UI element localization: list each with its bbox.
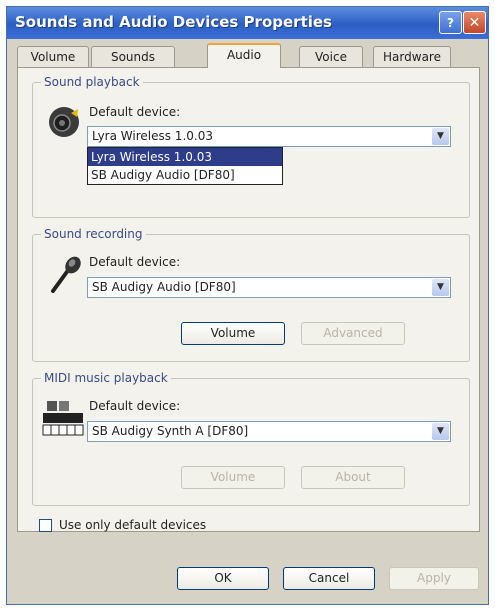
playback-selected-value: Lyra Wireless 1.0.03 bbox=[92, 129, 213, 143]
chevron-down-icon[interactable]: ▼ bbox=[432, 128, 449, 145]
use-default-devices-label[interactable]: Use only default devices bbox=[59, 518, 206, 532]
recording-selected-value: SB Audigy Audio [DF80] bbox=[92, 280, 236, 294]
dropdown-option-sb-audigy[interactable]: SB Audigy Audio [DF80] bbox=[88, 166, 282, 184]
midi-about-button: About bbox=[301, 466, 405, 489]
ok-button[interactable]: OK bbox=[177, 567, 269, 590]
microphone-icon bbox=[47, 255, 83, 298]
tab-voice[interactable]: Voice bbox=[299, 46, 363, 67]
tab-strip: Volume Sounds Audio Voice Hardware bbox=[17, 43, 480, 68]
help-button[interactable]: ? bbox=[439, 11, 462, 34]
dropdown-option-lyra[interactable]: Lyra Wireless 1.0.03 bbox=[88, 148, 282, 166]
midi-device-label: Default device: bbox=[89, 399, 181, 413]
audio-tab-panel: Sound playback Default device: Lyra Wire… bbox=[17, 67, 480, 532]
chevron-down-icon[interactable]: ▼ bbox=[432, 423, 449, 440]
dialog-window: Sounds and Audio Devices Properties ? ✕ … bbox=[6, 6, 489, 605]
playback-device-select[interactable]: Lyra Wireless 1.0.03 ▼ bbox=[87, 126, 451, 147]
playback-dropdown-list[interactable]: Lyra Wireless 1.0.03 SB Audigy Audio [DF… bbox=[87, 147, 283, 185]
midi-playback-legend: MIDI music playback bbox=[41, 371, 171, 385]
midi-volume-button: Volume bbox=[181, 466, 285, 489]
midi-device-select[interactable]: SB Audigy Synth A [DF80] ▼ bbox=[87, 421, 451, 442]
window-title: Sounds and Audio Devices Properties bbox=[15, 13, 332, 31]
midi-selected-value: SB Audigy Synth A [DF80] bbox=[92, 424, 249, 438]
sound-recording-group: Sound recording Default device: SB Audig… bbox=[32, 227, 470, 362]
sound-recording-legend: Sound recording bbox=[41, 227, 146, 241]
sound-playback-group: Sound playback Default device: Lyra Wire… bbox=[32, 75, 470, 218]
recording-volume-button[interactable]: Volume bbox=[181, 322, 285, 345]
sound-playback-legend: Sound playback bbox=[41, 75, 143, 89]
use-default-devices-checkbox[interactable] bbox=[39, 519, 52, 532]
recording-advanced-button: Advanced bbox=[301, 322, 405, 345]
tab-hardware[interactable]: Hardware bbox=[373, 46, 451, 67]
chevron-down-icon[interactable]: ▼ bbox=[432, 279, 449, 296]
midi-keyboard-icon bbox=[41, 399, 85, 442]
tab-audio[interactable]: Audio bbox=[207, 43, 281, 68]
title-bar[interactable]: Sounds and Audio Devices Properties ? ✕ bbox=[7, 7, 488, 39]
playback-device-label: Default device: bbox=[89, 105, 181, 119]
tab-sounds[interactable]: Sounds bbox=[91, 46, 175, 67]
cancel-button[interactable]: Cancel bbox=[283, 567, 375, 590]
midi-playback-group: MIDI music playback Default device: SB A… bbox=[32, 371, 470, 506]
recording-device-label: Default device: bbox=[89, 255, 181, 269]
tab-volume[interactable]: Volume bbox=[17, 46, 89, 67]
recording-device-select[interactable]: SB Audigy Audio [DF80] ▼ bbox=[87, 277, 451, 298]
apply-button: Apply bbox=[389, 567, 479, 590]
close-button[interactable]: ✕ bbox=[463, 11, 486, 34]
speaker-icon bbox=[47, 105, 81, 142]
